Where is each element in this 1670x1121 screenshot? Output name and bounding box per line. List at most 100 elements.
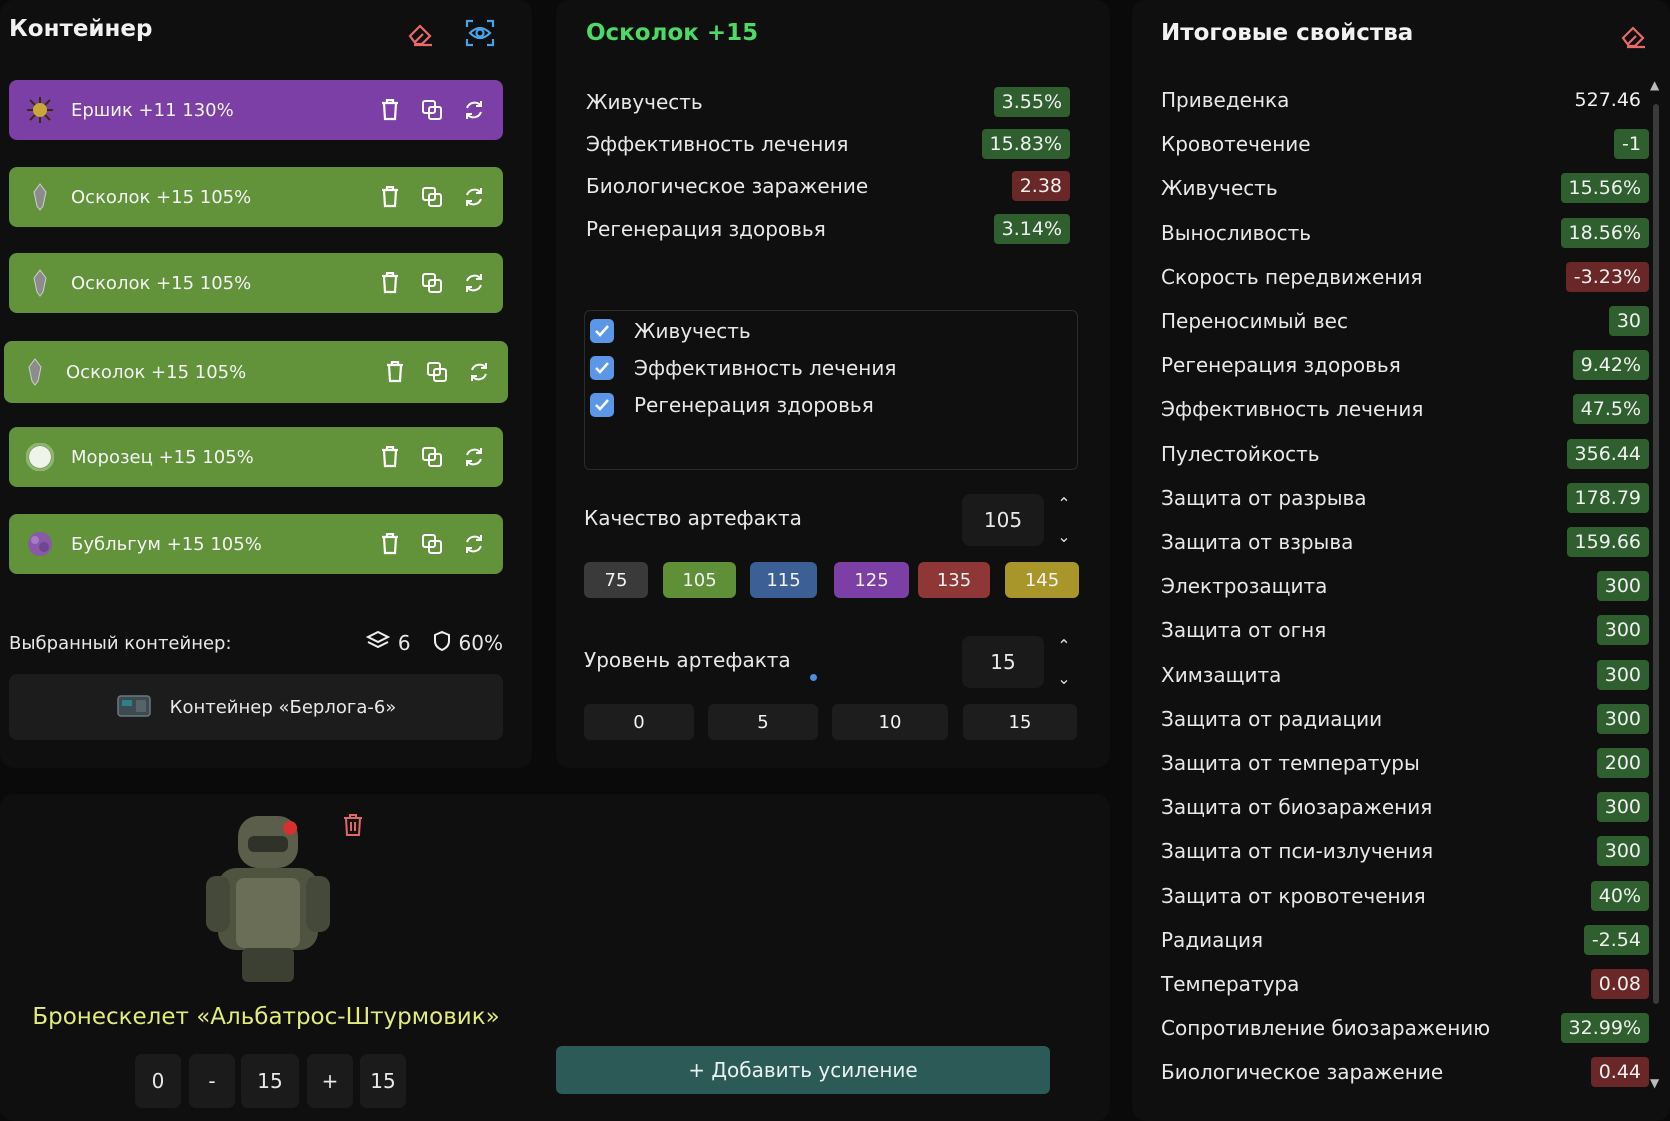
armor-level-input[interactable]: 15 [241, 1054, 299, 1108]
level-input[interactable]: 15 [962, 636, 1044, 688]
quality-preset-button[interactable]: 135 [918, 562, 990, 598]
quality-stepper[interactable]: ⌃ ⌄ [1052, 494, 1076, 546]
trash-icon[interactable] [336, 808, 370, 842]
quality-preset-button[interactable]: 145 [1005, 562, 1079, 598]
refresh-icon[interactable] [457, 527, 491, 561]
stat-checkbox[interactable]: Живучесть [590, 315, 751, 347]
artifact-row[interactable]: Ершик +11 130% [9, 80, 503, 140]
property-row: Живучесть 15.56% [1161, 171, 1649, 205]
armor-level-decrement-button[interactable]: - [189, 1054, 235, 1108]
property-name: Живучесть [1161, 176, 1278, 201]
quality-label: Качество артефакта [584, 506, 802, 530]
copy-icon[interactable] [415, 440, 449, 474]
stat-name: Эффективность лечения [586, 132, 849, 156]
property-value: 18.56% [1560, 217, 1649, 248]
scroll-down-icon[interactable]: ▼ [1650, 1076, 1659, 1090]
property-row: Защита от пси-излучения 300 [1161, 834, 1649, 868]
refresh-icon[interactable] [457, 180, 491, 214]
level-preset-button[interactable]: 15 [963, 704, 1077, 740]
refresh-icon[interactable] [462, 355, 496, 389]
level-preset-button[interactable]: 10 [832, 704, 948, 740]
checkmark-icon[interactable] [590, 393, 614, 417]
copy-icon[interactable] [415, 266, 449, 300]
copy-icon[interactable] [415, 93, 449, 127]
trash-icon[interactable] [378, 355, 412, 389]
quality-preset-button[interactable]: 125 [834, 562, 909, 598]
artifact-row[interactable]: Осколок +15 105% [4, 341, 508, 403]
property-value: 356.44 [1566, 438, 1649, 469]
property-name: Защита от биозаражения [1161, 795, 1433, 820]
armor-name: Бронескелет «Альбатрос-Штурмовик» [32, 1004, 500, 1030]
level-preset-button[interactable]: 5 [708, 704, 818, 740]
add-upgrade-button[interactable]: + Добавить усиление [556, 1046, 1050, 1094]
stat-value: 15.83% [981, 129, 1070, 159]
armor-level-increment-button[interactable]: + [307, 1054, 353, 1108]
property-row: Защита от температуры 200 [1161, 746, 1649, 780]
property-name: Защита от огня [1161, 618, 1327, 643]
refresh-icon[interactable] [457, 93, 491, 127]
property-row: Приведенка 527.46 [1161, 83, 1649, 117]
artifact-row[interactable]: Морозец +15 105% [9, 427, 503, 487]
property-value: 200 [1596, 748, 1649, 778]
quality-preset-button[interactable]: 115 [750, 562, 817, 598]
copy-icon[interactable] [420, 355, 454, 389]
stat-checkbox[interactable]: Эффективность лечения [590, 352, 896, 384]
container-name: Контейнер «Берлога-6» [169, 696, 397, 718]
property-row: Защита от взрыва 159.66 [1161, 525, 1649, 559]
eye-scan-icon[interactable] [463, 16, 497, 50]
spiky-artifact-icon [25, 95, 55, 125]
property-row: Электрозащита 300 [1161, 569, 1649, 603]
artifact-label: Бубльгум +15 105% [71, 533, 262, 555]
copy-icon[interactable] [415, 527, 449, 561]
stat-name: Регенерация здоровья [586, 217, 826, 241]
level-preset-button[interactable]: 0 [584, 704, 694, 740]
trash-icon[interactable] [373, 266, 407, 300]
container-select-button[interactable]: Контейнер «Берлога-6» [9, 674, 503, 740]
checkmark-icon[interactable] [590, 356, 614, 380]
property-row: Биологическое заражение 0.44 [1161, 1055, 1649, 1089]
chevron-up-icon[interactable]: ⌃ [1057, 494, 1070, 513]
armor-level-min[interactable]: 0 [135, 1054, 181, 1108]
slots-stat: 6 [365, 630, 411, 657]
quality-input[interactable]: 105 [962, 494, 1044, 546]
property-name: Пулестойкость [1161, 441, 1320, 466]
property-value: -3.23% [1565, 261, 1649, 292]
stat-value: 2.38 [1011, 171, 1070, 201]
stat-name: Биологическое заражение [586, 174, 869, 198]
quality-preset-button[interactable]: 75 [584, 562, 648, 598]
chevron-down-icon[interactable]: ⌄ [1057, 669, 1070, 688]
property-value: 40% [1590, 880, 1649, 911]
scrollbar[interactable] [1653, 104, 1659, 1004]
artifact-row[interactable]: Осколок +15 105% [9, 253, 503, 313]
property-row: Регенерация здоровья 9.42% [1161, 348, 1649, 382]
quality-preset-button[interactable]: 105 [663, 562, 736, 598]
checkmark-icon[interactable] [590, 319, 614, 343]
property-row: Защита от разрыва 178.79 [1161, 481, 1649, 515]
trash-icon[interactable] [373, 93, 407, 127]
chevron-up-icon[interactable]: ⌃ [1057, 636, 1070, 655]
trash-icon[interactable] [373, 440, 407, 474]
property-row: Кровотечение -1 [1161, 127, 1649, 161]
stat-checkbox[interactable]: Регенерация здоровья [590, 389, 874, 421]
level-label: Уровень артефакта [584, 648, 791, 672]
refresh-icon[interactable] [457, 440, 491, 474]
property-row: Защита от биозаражения 300 [1161, 790, 1649, 824]
property-value: 15.56% [1560, 173, 1649, 204]
armor-level-max[interactable]: 15 [360, 1054, 406, 1108]
eraser-icon[interactable] [1617, 18, 1651, 52]
artifact-label: Осколок +15 105% [66, 361, 247, 383]
trash-icon[interactable] [373, 527, 407, 561]
frost-artifact-icon [25, 442, 55, 472]
property-name: Приведенка [1161, 88, 1290, 112]
artifact-row[interactable]: Бубльгум +15 105% [9, 514, 503, 574]
artifact-label: Морозец +15 105% [71, 446, 254, 468]
level-stepper[interactable]: ⌃ ⌄ [1052, 636, 1076, 688]
artifact-actions [373, 266, 491, 300]
refresh-icon[interactable] [457, 266, 491, 300]
trash-icon[interactable] [373, 180, 407, 214]
copy-icon[interactable] [415, 180, 449, 214]
scroll-up-icon[interactable]: ▲ [1650, 78, 1659, 92]
artifact-row[interactable]: Осколок +15 105% [9, 167, 503, 227]
chevron-down-icon[interactable]: ⌄ [1057, 527, 1070, 546]
eraser-icon[interactable] [404, 16, 438, 50]
